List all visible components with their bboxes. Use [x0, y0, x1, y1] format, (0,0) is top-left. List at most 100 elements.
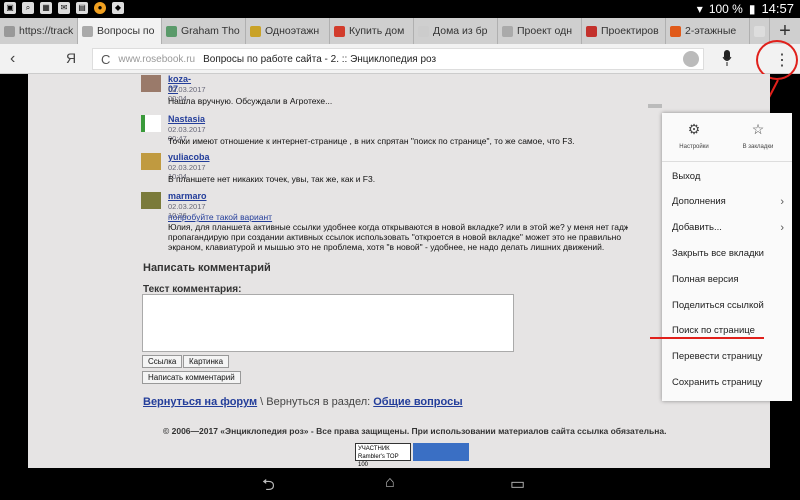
web-page: koza-07 02.03.2017 00:04 Нашла вручную. … [28, 74, 770, 468]
tab-favicon [586, 25, 597, 37]
menu-item-close-all-tabs[interactable]: Закрыть все вкладки [672, 248, 786, 259]
system-nav-bar: ⮌ ⌂ ▭ [0, 468, 800, 500]
comment-text-line: Юлия, для планшета активные ссылки удобн… [168, 222, 628, 232]
avatar [141, 153, 161, 170]
tab-label: Graham Tho [181, 25, 240, 37]
browser-menu: ⚙ Настройки ☆ В закладки Выход Дополнения ›… [662, 113, 792, 401]
tab[interactable]: https://track [0, 18, 78, 44]
tab[interactable] [750, 18, 770, 44]
tab[interactable]: Проект одн [498, 18, 582, 44]
tab-favicon [418, 25, 429, 37]
browser-toolbar: ‹ Я C www.rosebook.ru Вопросы по работе … [0, 44, 800, 74]
back-separator: \ Вернуться в раздел: [257, 396, 374, 408]
tab-favicon [502, 25, 513, 37]
comment-author[interactable]: yuliacoba [168, 152, 210, 162]
menu-item-full-version[interactable]: Полная версия [672, 274, 786, 285]
tab-favicon [754, 25, 765, 37]
avatar [141, 75, 161, 92]
back-nav-icon[interactable]: ⮌ [262, 474, 275, 500]
tab-favicon [670, 25, 681, 37]
chevron-right-icon: › [780, 222, 784, 234]
tab-favicon [4, 25, 15, 37]
comment-text-line: экраном, клавиатурой и мышью это не проб… [168, 242, 605, 252]
rambler-counter[interactable]: УЧАСТНИК Rambler's TOP 100 [355, 443, 411, 468]
comment-author[interactable]: Nastasia [168, 114, 205, 124]
menu-settings-label: Настройки [679, 144, 709, 150]
menu-item-extensions[interactable]: Дополнения › [672, 196, 786, 208]
recent-apps-icon[interactable]: ▭ [510, 474, 525, 494]
tab-label: https://track [19, 25, 74, 37]
counter-badge[interactable] [413, 443, 469, 461]
tab-label: Одноэтажн [265, 25, 320, 37]
comment-author[interactable]: marmaro [168, 191, 207, 201]
avatar [141, 192, 161, 209]
menu-settings[interactable]: ⚙ Настройки [662, 121, 726, 150]
dog-app-icon: ◆ [112, 2, 124, 14]
orange-app-icon: ● [94, 2, 106, 14]
tab[interactable]: 2-этажные [666, 18, 750, 44]
link-button[interactable]: Ссылка [142, 355, 183, 368]
tab[interactable]: Дома из бр [414, 18, 498, 44]
tab-label: Купить дом [349, 25, 405, 37]
back-to-forum-link[interactable]: Вернуться на форум [143, 396, 257, 408]
bag-icon: ▤ [76, 2, 88, 14]
menu-divider [662, 161, 792, 162]
clock: 14:57 [761, 1, 794, 16]
comment-text-line: пропагандирую при создании активных ссыл… [168, 232, 622, 242]
chevron-right-icon: › [780, 196, 784, 208]
menu-item-exit[interactable]: Выход [672, 171, 786, 182]
tab[interactable]: Graham Tho [162, 18, 246, 44]
comment-text: В планшете нет никаких точек, увы, так ж… [168, 174, 376, 184]
yandex-logo[interactable]: Я [66, 50, 76, 66]
page-scroll-indicator [648, 104, 662, 108]
search-icon: ⌕ [22, 2, 34, 14]
tab[interactable]: Одноэтажн [246, 18, 330, 44]
menu-item-find-in-page[interactable]: Поиск по странице [672, 325, 786, 336]
comment-link[interactable]: попробуйте такой вариант [168, 212, 272, 222]
back-navigation: Вернуться на форум \ Вернуться в раздел:… [143, 396, 463, 408]
status-bar: ▣ ⌕ ▦ ✉ ▤ ● ◆ ▾ 100 % ▮ 14:57 [0, 0, 800, 18]
section-link[interactable]: Общие вопросы [373, 396, 462, 408]
menu-item-translate[interactable]: Перевести страницу [672, 351, 786, 362]
image-button[interactable]: Картинка [183, 355, 230, 368]
notification-icon: ▣ [4, 2, 16, 14]
mail-icon: ✉ [58, 2, 70, 14]
comment-text: Точки имеют отношение к интернет-страниц… [168, 136, 575, 146]
menu-item-save-page[interactable]: Сохранить страницу [672, 377, 786, 388]
tab[interactable]: Проектиров [582, 18, 666, 44]
tab-favicon [82, 25, 93, 37]
address-bar[interactable]: C www.rosebook.ru Вопросы по работе сайт… [92, 48, 704, 70]
tab-label: Вопросы по [97, 25, 155, 37]
annotation-underline [650, 337, 764, 339]
tab[interactable]: Купить дом [330, 18, 414, 44]
star-icon: ☆ [751, 121, 765, 137]
tab-label: Проектиров [601, 25, 659, 37]
menu-item-label: Дополнения [672, 196, 726, 207]
menu-item-add[interactable]: Добавить... › [672, 222, 786, 234]
back-button[interactable]: ‹ [10, 50, 15, 68]
battery-text: 100 % [708, 1, 743, 16]
gear-icon: ⚙ [687, 121, 701, 137]
tab-strip: https://track Вопросы по Graham Tho Одно… [0, 18, 800, 44]
tab-favicon [250, 25, 261, 37]
tab-label: Проект одн [517, 25, 573, 37]
menu-item-label: Добавить... [672, 222, 722, 233]
menu-bookmarks[interactable]: ☆ В закладки [726, 121, 790, 150]
address-title: Вопросы по работе сайта - 2. :: Энциклоп… [203, 53, 437, 65]
home-nav-icon[interactable]: ⌂ [385, 474, 395, 492]
tab-favicon [334, 25, 345, 37]
globe-icon[interactable] [683, 51, 699, 67]
write-comment-heading: Написать комментарий [143, 262, 271, 274]
tab-favicon [166, 25, 177, 37]
microphone-icon[interactable] [722, 50, 732, 66]
tab-label: Дома из бр [433, 25, 488, 37]
battery-icon: ▮ [748, 1, 756, 16]
wifi-icon: ▾ [696, 1, 703, 16]
submit-comment-button[interactable]: Написать комментарий [142, 371, 241, 384]
comment-textarea[interactable] [142, 294, 514, 352]
image-icon: ▦ [40, 2, 52, 14]
refresh-icon: C [101, 51, 111, 67]
tab-active[interactable]: Вопросы по [78, 18, 162, 44]
menu-item-share-link[interactable]: Поделиться ссылкой [672, 300, 786, 311]
address-domain: www.rosebook.ru [118, 53, 196, 65]
